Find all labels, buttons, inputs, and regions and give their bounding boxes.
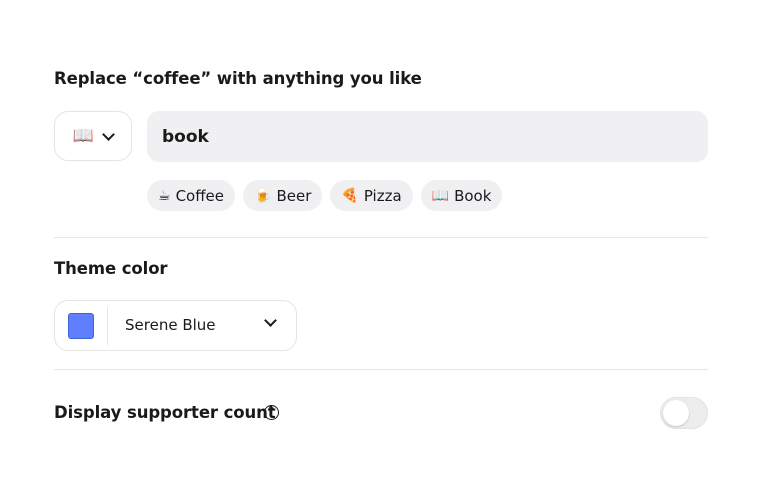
color-swatch: [68, 313, 94, 339]
pizza-icon: 🍕: [341, 187, 359, 204]
help-circle-icon[interactable]: ?: [264, 405, 279, 420]
supporter-count-toggle[interactable]: [660, 397, 708, 429]
suggestion-chip-label: Coffee: [175, 186, 225, 205]
suggestion-chip-label: Pizza: [363, 186, 402, 205]
display-supporter-count-label: Display supporter count: [54, 403, 276, 422]
open-book-icon: 📖: [431, 187, 450, 204]
suggestion-chips: ☕ Coffee 🍺 Beer 🍕 Pizza 📖 Book: [147, 180, 503, 211]
coffee-icon: ☕: [158, 187, 171, 204]
replace-word-input[interactable]: [147, 111, 708, 162]
suggestion-chip-beer[interactable]: 🍺 Beer: [243, 180, 323, 211]
theme-color-name: Serene Blue: [125, 316, 216, 334]
section-divider: [54, 237, 708, 238]
theme-color-label: Theme color: [54, 259, 168, 278]
beer-icon: 🍺: [254, 187, 272, 204]
theme-color-dropdown[interactable]: Serene Blue: [54, 300, 297, 351]
emoji-picker-dropdown[interactable]: 📖: [54, 111, 132, 161]
suggestion-chip-book[interactable]: 📖 Book: [420, 180, 503, 211]
suggestion-chip-label: Beer: [276, 186, 312, 205]
dropdown-separator: [107, 307, 108, 345]
suggestion-chip-pizza[interactable]: 🍕 Pizza: [330, 180, 413, 211]
toggle-knob: [663, 400, 689, 426]
open-book-icon: 📖: [72, 126, 95, 146]
suggestion-chip-label: Book: [454, 186, 492, 205]
chevron-down-icon: [264, 314, 277, 327]
replace-coffee-label: Replace “coffee” with anything you like: [54, 69, 422, 88]
chevron-down-icon: [102, 127, 115, 141]
suggestion-chip-coffee[interactable]: ☕ Coffee: [147, 180, 236, 211]
section-divider: [54, 369, 708, 370]
